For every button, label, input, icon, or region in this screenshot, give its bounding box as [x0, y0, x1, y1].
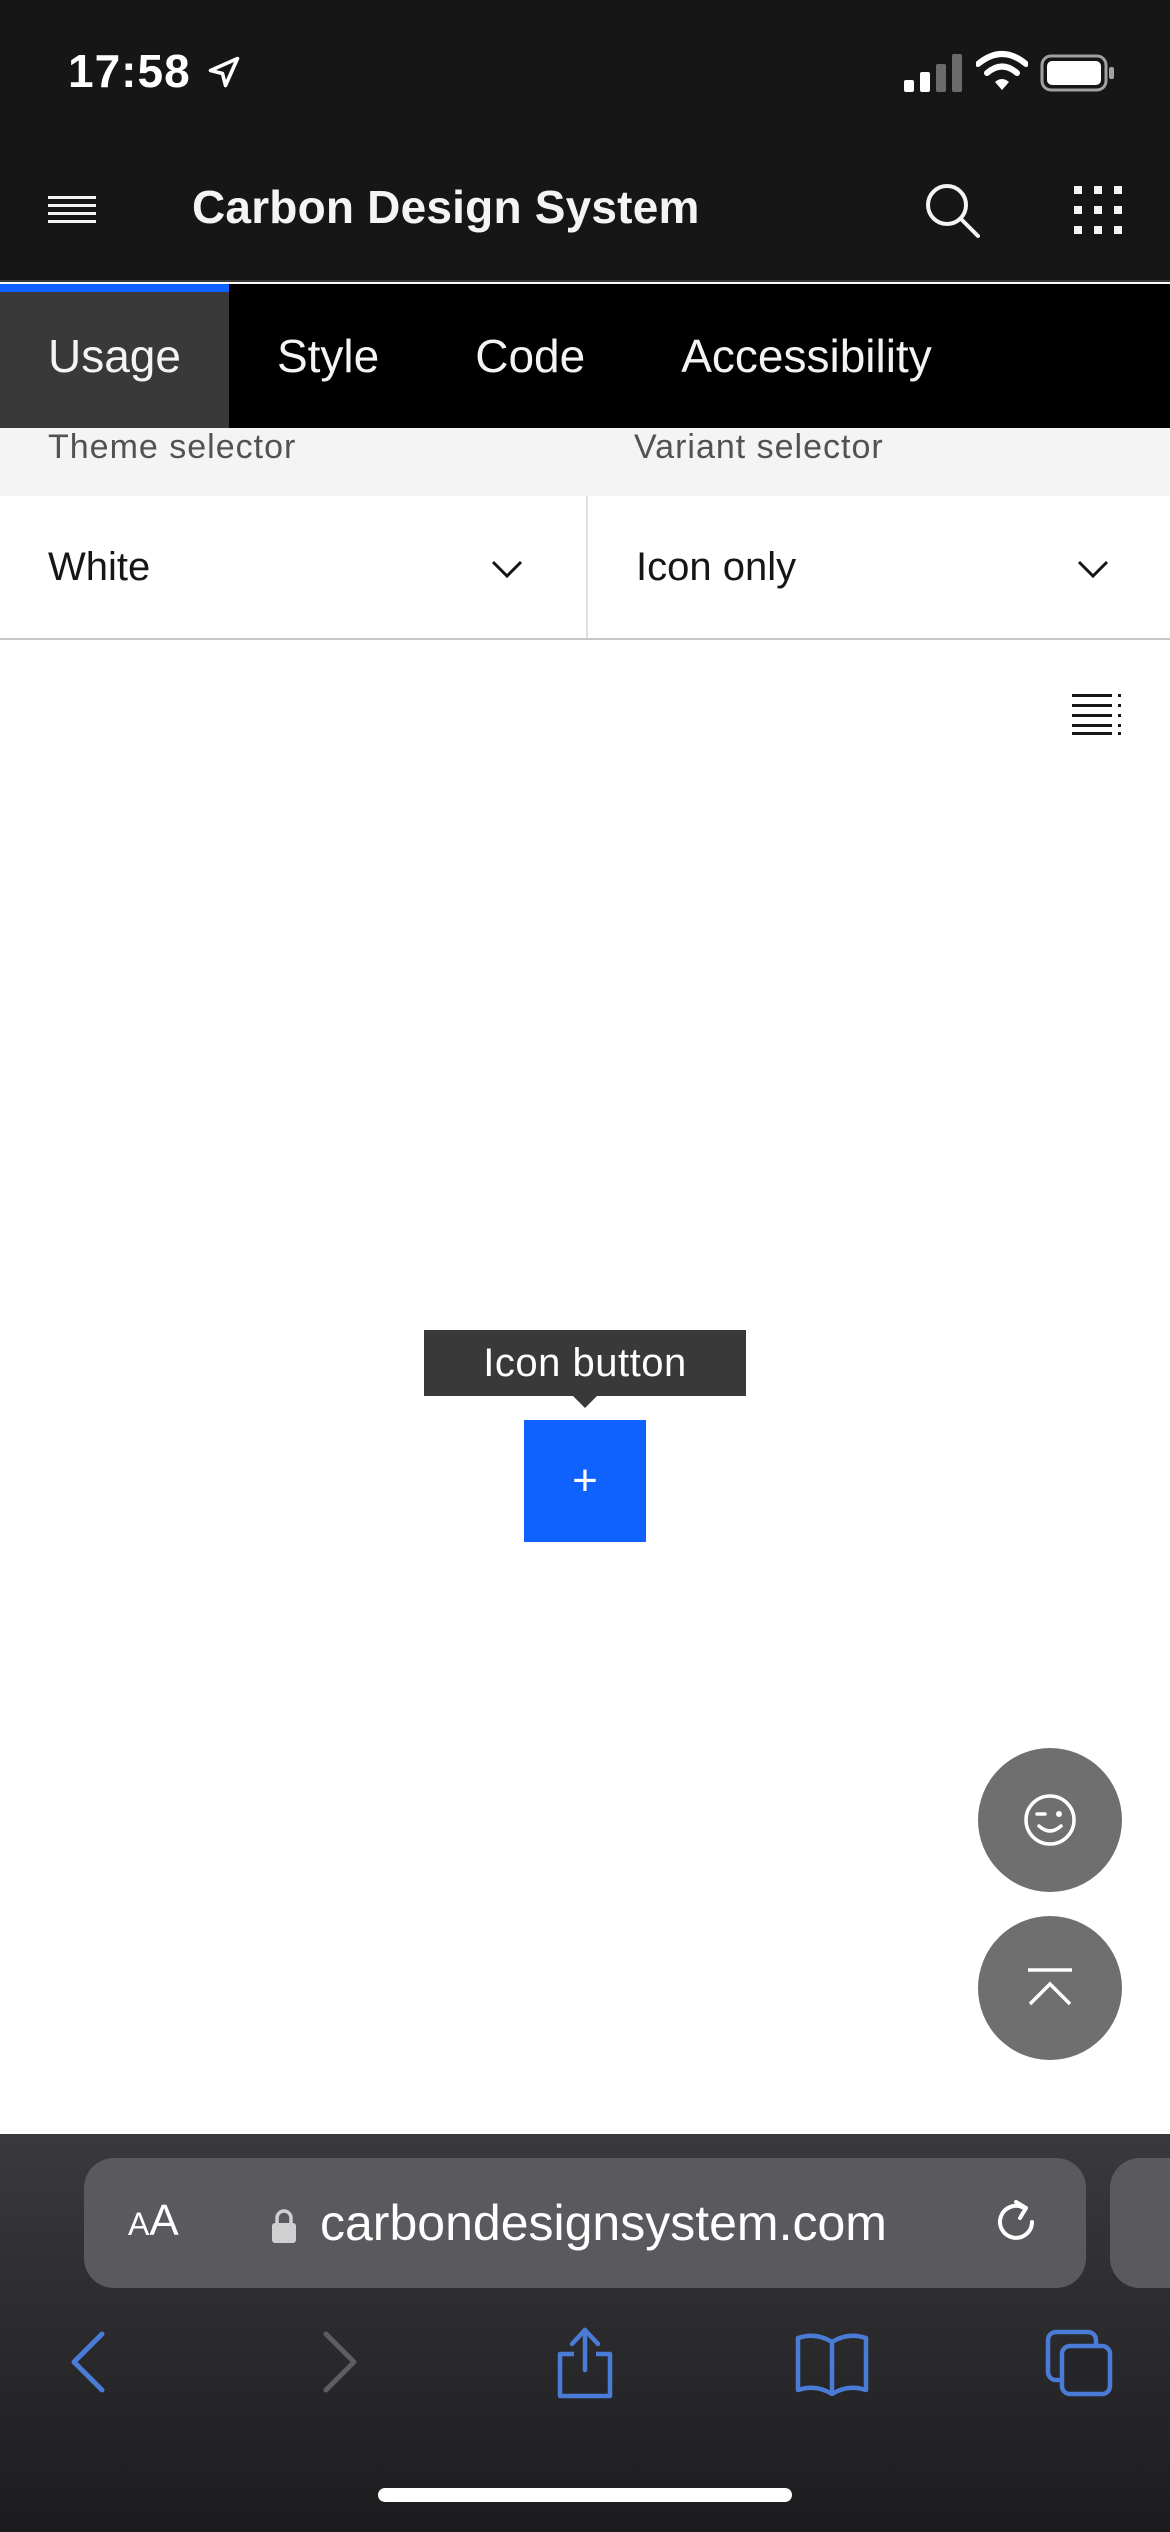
- reload-icon[interactable]: [992, 2198, 1042, 2250]
- feedback-button[interactable]: [978, 1748, 1122, 1892]
- site-title[interactable]: Carbon Design System: [192, 180, 700, 234]
- selector-row: White Icon only: [0, 496, 1170, 640]
- forward-icon[interactable]: [318, 2324, 362, 2400]
- theme-select[interactable]: White: [0, 496, 585, 638]
- tab-code[interactable]: Code: [427, 284, 633, 428]
- back-to-top-button[interactable]: [978, 1916, 1122, 2060]
- tabs-icon[interactable]: [1044, 2324, 1114, 2400]
- status-time: 17:58: [68, 45, 191, 97]
- tab-accessibility[interactable]: Accessibility: [633, 284, 980, 428]
- selector-labels: Theme selector Variant selector: [0, 428, 1170, 496]
- address-bar[interactable]: AA carbondesignsystem.com: [84, 2158, 1086, 2288]
- home-indicator: [378, 2488, 792, 2502]
- site-header: Carbon Design System: [0, 140, 1170, 282]
- theme-selector-label: Theme selector: [48, 428, 297, 466]
- back-to-top-icon: [1028, 1968, 1072, 2006]
- chevron-down-icon: [1077, 560, 1109, 579]
- list-icon[interactable]: [1072, 690, 1124, 736]
- battery-icon: [1040, 54, 1114, 92]
- tab-usage[interactable]: Usage: [0, 284, 229, 428]
- next-tab-preview[interactable]: [1110, 2158, 1170, 2288]
- search-icon[interactable]: [922, 180, 982, 240]
- hamburger-icon[interactable]: [48, 184, 100, 236]
- tab-style[interactable]: Style: [229, 284, 427, 428]
- variant-select-value: Icon only: [636, 544, 797, 589]
- browser-toolbar: AA carbondesignsystem.com: [0, 2134, 1170, 2532]
- url-text: carbondesignsystem.com: [320, 2195, 887, 2251]
- icon-button-tooltip: Icon button: [424, 1330, 746, 1408]
- cellular-signal-icon: [904, 54, 962, 92]
- app-switcher-icon[interactable]: [1072, 184, 1124, 236]
- wink-face-icon: [1024, 1794, 1076, 1846]
- share-icon[interactable]: [552, 2324, 618, 2400]
- page-tabs: Usage Style Code Accessibility: [0, 284, 1170, 428]
- wifi-icon: [976, 51, 1028, 90]
- theme-select-value: White: [48, 544, 151, 589]
- chevron-down-icon: [491, 560, 523, 579]
- demo-canvas: Icon button +: [0, 640, 1170, 2134]
- bookmarks-icon[interactable]: [794, 2324, 870, 2400]
- add-icon-button[interactable]: +: [524, 1420, 646, 1542]
- location-arrow-icon: [208, 56, 240, 88]
- reader-options-button[interactable]: AA: [128, 2196, 179, 2246]
- status-bar: 17:58: [0, 0, 1170, 140]
- back-icon[interactable]: [66, 2324, 110, 2400]
- variant-selector-label: Variant selector: [634, 428, 884, 466]
- variant-select[interactable]: Icon only: [586, 496, 1170, 638]
- lock-icon: [272, 2209, 296, 2243]
